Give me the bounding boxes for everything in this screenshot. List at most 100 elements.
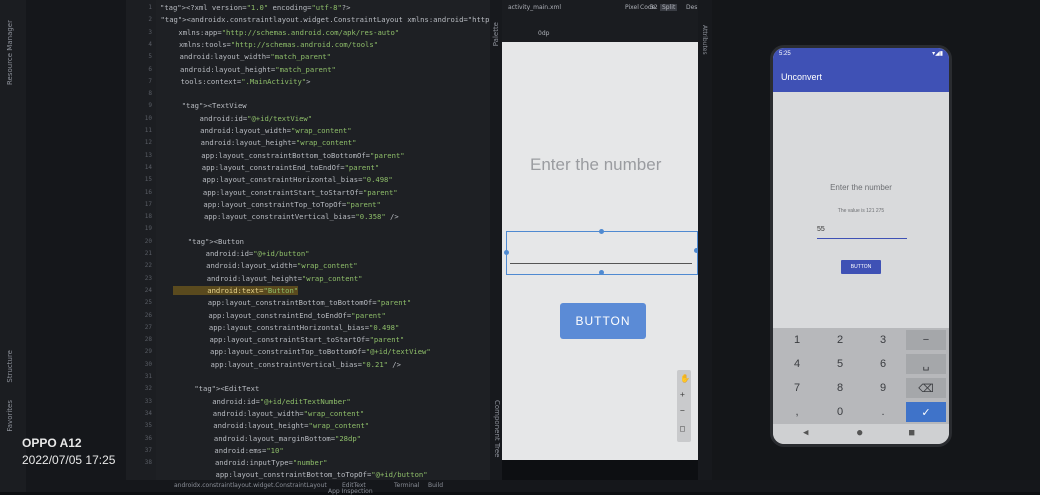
preview-textview[interactable]: Enter the number: [530, 155, 661, 175]
code-line[interactable]: app:layout_constraintEnd_toEndOf="parent…: [167, 163, 379, 172]
code-line[interactable]: app:layout_constraintStart_toStartOf="pa…: [175, 335, 404, 344]
code-line[interactable]: app:layout_constraintTop_toTopOf="parent…: [169, 200, 380, 209]
dp-field[interactable]: 0dp: [538, 30, 549, 37]
camera-watermark: OPPO A12 2022/07/05 17:25: [22, 436, 115, 467]
code-line[interactable]: "tag"><Button: [170, 237, 244, 246]
code-line[interactable]: "tag"><androidx.constraintlayout.widget.…: [161, 15, 490, 24]
keypad-key[interactable]: 6: [863, 354, 903, 374]
code-line[interactable]: "tag"><TextView: [164, 101, 247, 110]
code-line[interactable]: app:layout_constraintBottom_toBottomOf="…: [167, 151, 404, 160]
code-line[interactable]: android:text="Button": [172, 285, 299, 295]
favorites-tab[interactable]: Favorites: [6, 400, 14, 432]
code-editor[interactable]: "tag"><?xml version="1.0" encoding="utf-…: [156, 0, 490, 480]
zoom-in-icon[interactable]: +: [680, 390, 685, 399]
line-number: 3: [148, 28, 152, 36]
code-line[interactable]: app:layout_constraintBottom_toBottomOf="…: [173, 298, 411, 307]
keypad-key[interactable]: 5: [820, 354, 860, 374]
preview-button[interactable]: BUTTON: [560, 303, 646, 339]
code-line[interactable]: android:layout_width="wrap_content": [172, 261, 357, 270]
code-line[interactable]: android:layout_width="wrap_content": [166, 126, 351, 135]
code-line[interactable]: android:id="@+id/button": [171, 249, 310, 258]
line-number: 28: [144, 336, 152, 344]
code-line[interactable]: app:layout_constraintHorizontal_bias="0.…: [174, 323, 399, 332]
keypad-key[interactable]: 4: [777, 354, 817, 374]
keypad-key[interactable]: −: [906, 330, 946, 350]
preview-edittext-selection[interactable]: [506, 231, 698, 275]
pan-icon[interactable]: ✋: [680, 374, 690, 383]
code-line[interactable]: android:layout_height="wrap_content": [179, 421, 369, 430]
code-line[interactable]: xmlns:tools="http://schemas.android.com/…: [162, 40, 378, 49]
left-tool-strip: Resource Manager Structure Favorites: [0, 0, 27, 492]
code-line[interactable]: android:layout_height="wrap_content": [172, 274, 363, 283]
code-line[interactable]: android:layout_height="match_parent": [163, 65, 336, 74]
keypad-key[interactable]: 1: [777, 330, 817, 350]
keypad-key[interactable]: 9: [863, 378, 903, 398]
back-icon[interactable]: ◀: [803, 428, 808, 438]
build-tab[interactable]: Build: [428, 482, 443, 489]
code-mode-button[interactable]: Code: [640, 4, 655, 11]
line-number: 16: [144, 188, 152, 196]
zoom-out-icon[interactable]: −: [680, 406, 685, 415]
attributes-tab[interactable]: Attributes: [701, 25, 708, 55]
keypad-key[interactable]: 2: [820, 330, 860, 350]
code-line[interactable]: xmlns:app="http://schemas.android.com/ap…: [161, 28, 399, 37]
code-line[interactable]: android:ems="10": [180, 446, 283, 455]
line-number: 27: [144, 323, 152, 331]
code-line[interactable]: "tag"><EditText: [177, 384, 259, 393]
code-line[interactable]: app:layout_constraintStart_toStartOf="pa…: [168, 188, 398, 197]
palette-tab[interactable]: Palette: [492, 22, 500, 46]
code-line[interactable]: android:layout_height="wrap_content": [166, 138, 357, 147]
constraint-handle-left[interactable]: [504, 250, 509, 255]
keypad-key[interactable]: ␣: [906, 354, 946, 374]
phone-nav-bar: ◀ ● ■: [773, 424, 949, 444]
line-number: 30: [144, 360, 152, 368]
code-line[interactable]: android:id="@+id/editTextNumber": [178, 397, 350, 406]
attributes-strip: [698, 0, 712, 480]
code-line[interactable]: app:layout_constraintVertical_bias="0.21…: [176, 360, 401, 369]
keypad-key[interactable]: ✓: [906, 402, 946, 422]
code-line[interactable]: app:layout_constraintEnd_toEndOf="parent…: [174, 311, 385, 320]
constraint-handle-top[interactable]: [599, 229, 604, 234]
split-mode-button[interactable]: Split: [660, 4, 678, 11]
terminal-tab[interactable]: Terminal: [394, 482, 419, 489]
code-line[interactable]: tools:context=".MainActivity">: [163, 77, 311, 86]
code-line[interactable]: "tag"><?xml version="1.0" encoding="utf-…: [160, 3, 350, 12]
emulator-phone[interactable]: 5:25 ▾◢▮ Unconvert Enter the number The …: [770, 45, 952, 447]
file-name-dropdown[interactable]: activity_main.xml: [508, 4, 561, 11]
keypad-key[interactable]: 8: [820, 378, 860, 398]
line-number: 17: [144, 200, 152, 208]
line-number: 21: [144, 250, 152, 257]
code-line[interactable]: android:id="@+id/textView": [165, 114, 313, 123]
breadcrumb-layout[interactable]: androidx.constraintlayout.widget.Constra…: [174, 482, 327, 489]
watermark-datetime: 2022/07/05 17:25: [22, 453, 116, 467]
code-line[interactable]: android:inputType="number": [180, 458, 328, 467]
resource-manager-tab[interactable]: Resource Manager: [6, 20, 14, 85]
code-line[interactable]: app:layout_constraintBottom_toTopOf="@+i…: [181, 470, 428, 479]
line-number: 8: [148, 90, 152, 98]
keypad-key[interactable]: ,: [777, 402, 817, 422]
component-tree-tab[interactable]: Component Tree: [493, 400, 501, 457]
keypad-key[interactable]: .: [863, 402, 903, 422]
keypad-key[interactable]: 3: [863, 330, 903, 350]
code-line[interactable]: android:layout_width="wrap_content": [178, 409, 364, 418]
phone-number-input[interactable]: 55: [817, 226, 907, 239]
line-number: 26: [144, 311, 152, 319]
code-line[interactable]: app:layout_constraintTop_toBottomOf="@+i…: [175, 347, 431, 356]
constraint-handle-bottom[interactable]: [599, 270, 604, 275]
line-number: 5: [148, 53, 152, 61]
recents-icon[interactable]: ■: [909, 428, 914, 438]
code-line[interactable]: android:layout_width="match_parent": [162, 52, 330, 61]
phone-value-text: The value is 121 275: [837, 208, 885, 214]
fit-screen-icon[interactable]: □: [680, 424, 685, 433]
home-icon[interactable]: ●: [857, 428, 862, 438]
device-dropdown[interactable]: Pixel: [625, 4, 639, 11]
structure-tab[interactable]: Structure: [6, 350, 14, 383]
line-number: 18: [144, 213, 152, 221]
keypad-key[interactable]: 7: [777, 378, 817, 398]
code-line[interactable]: android:layout_marginBottom="28dp": [179, 434, 361, 443]
code-line[interactable]: app:layout_constraintVertical_bias="0.35…: [169, 212, 399, 221]
keypad-key[interactable]: ⌫: [906, 378, 946, 398]
code-line[interactable]: app:layout_constraintHorizontal_bias="0.…: [168, 175, 392, 184]
phone-convert-button[interactable]: BUTTON: [841, 260, 881, 274]
keypad-key[interactable]: 0: [820, 402, 860, 422]
